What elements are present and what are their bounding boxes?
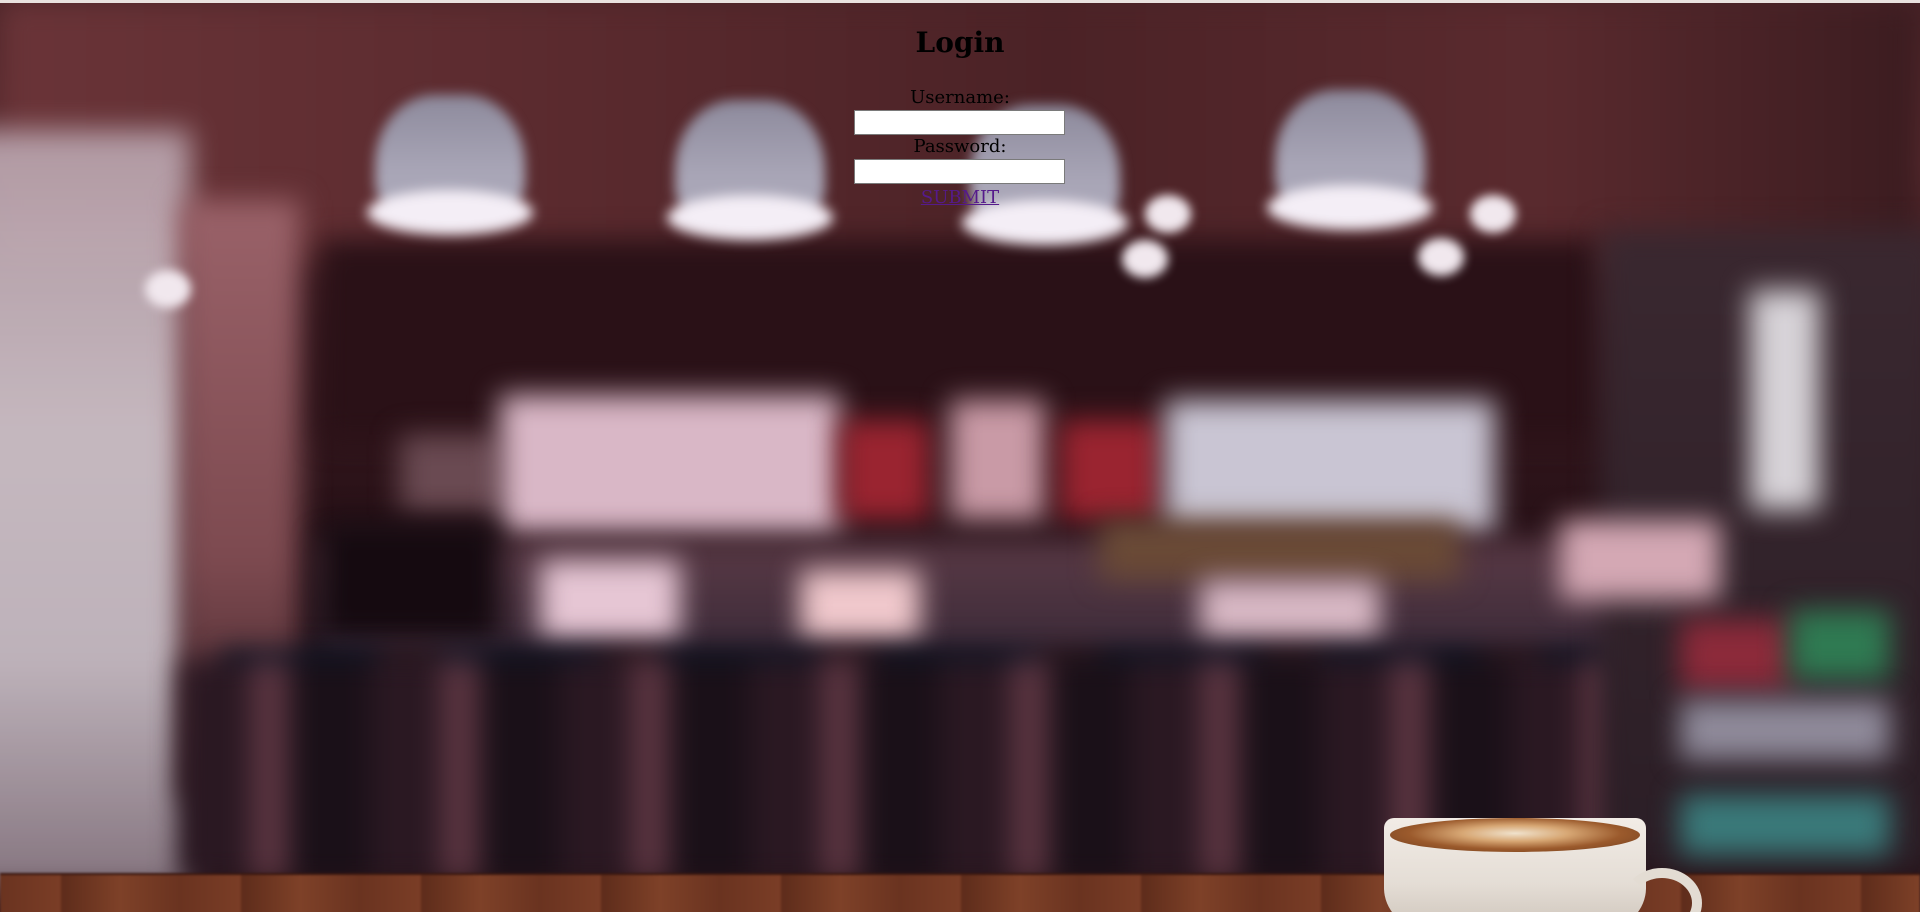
coffee-cup-icon xyxy=(1384,818,1702,912)
submit-container: SUBMIT xyxy=(0,188,1920,208)
username-label: Username: xyxy=(910,87,1010,108)
password-label: Password: xyxy=(913,136,1007,157)
username-input[interactable] xyxy=(854,110,1065,135)
submit-link[interactable]: SUBMIT xyxy=(921,187,999,208)
page-title: Login xyxy=(915,26,1005,59)
top-border xyxy=(0,0,1920,3)
password-input[interactable] xyxy=(854,159,1065,184)
